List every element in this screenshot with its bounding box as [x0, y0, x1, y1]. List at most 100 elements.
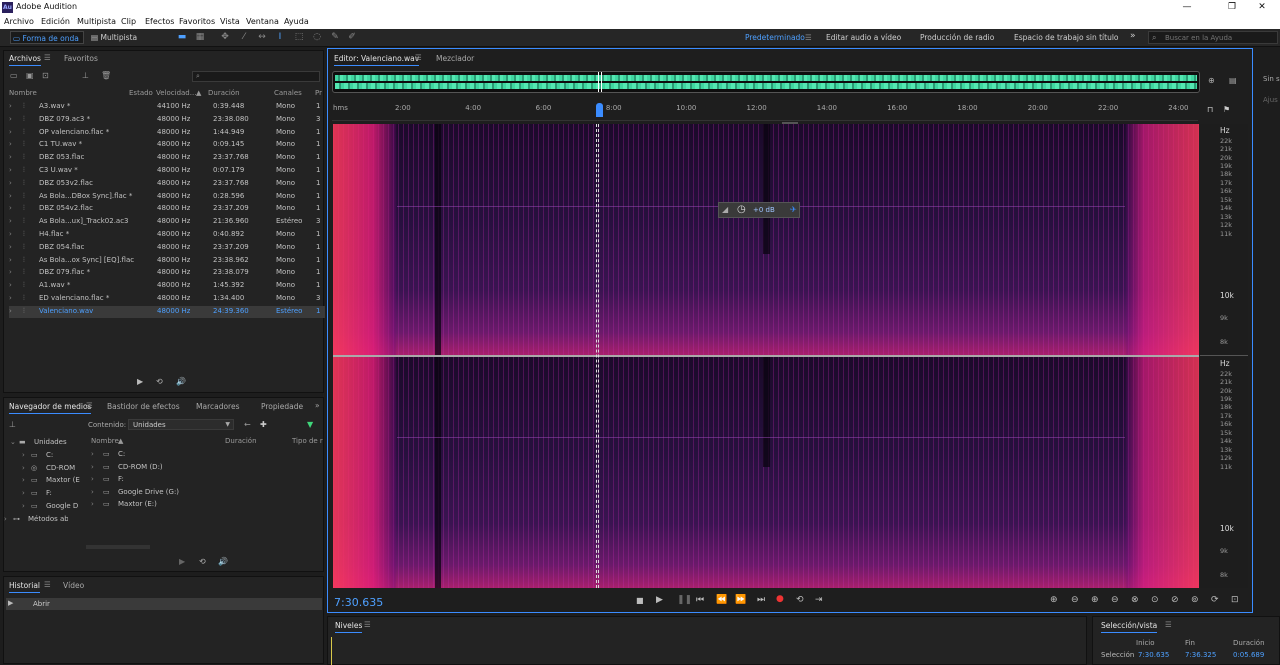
tab-mezclador[interactable]: Mezclador	[436, 54, 474, 63]
media-tree-item[interactable]: › ▭ Maxtor (E	[22, 475, 102, 487]
expand-arrow-icon[interactable]: ›	[9, 281, 12, 289]
play-button[interactable]: ▶	[656, 595, 663, 605]
item-arrow-icon[interactable]: ›	[91, 463, 94, 471]
expand-arrow-icon[interactable]: ›	[9, 268, 12, 276]
tab-niveles[interactable]: Niveles	[335, 621, 363, 633]
item-arrow-icon[interactable]: ›	[91, 475, 94, 483]
tree-arrow-icon[interactable]: ›	[22, 451, 25, 459]
tab-seleccion-vista[interactable]: Selección/vista	[1101, 621, 1158, 633]
sel-start[interactable]: 7:30.635	[1138, 651, 1169, 659]
time-ruler[interactable]: hms 2:00 4:00 6:00 8:00 10:00 12:00 14:00 16:00 1…	[332, 101, 1198, 121]
editor-menu-icon[interactable]: ☰	[415, 53, 422, 62]
overview-viewport[interactable]	[598, 72, 602, 92]
expand-arrow-icon[interactable]: ›	[9, 115, 12, 123]
workspace-predeterminado[interactable]: Predeterminado	[745, 33, 805, 42]
zoom-out-time-icon[interactable]: ⊖	[1111, 595, 1119, 605]
expand-arrow-icon[interactable]: ›	[9, 192, 12, 200]
menu-favoritos[interactable]: Favoritos	[179, 17, 215, 26]
tab-archivos[interactable]: Archivos	[9, 54, 41, 66]
selection-menu-icon[interactable]: ☰	[1165, 620, 1172, 629]
spectral-display[interactable]: ◢ ◷ +0 dB ✈	[333, 124, 1199, 588]
menu-multipista[interactable]: Multipista	[77, 17, 116, 26]
media-panel-menu-icon[interactable]: ☰	[86, 401, 93, 410]
marquee-tool-icon[interactable]: ⬚	[293, 32, 305, 43]
col-canales[interactable]: Canales	[274, 89, 302, 97]
col-nombre[interactable]: Nombre	[9, 89, 37, 97]
delete-icon[interactable]: 🗑	[101, 71, 111, 81]
item-arrow-icon[interactable]: ›	[91, 450, 94, 458]
media-scrollbar[interactable]	[86, 545, 150, 549]
spectral-toggle-icon[interactable]: ▦	[194, 32, 206, 43]
overview-toggle-icon[interactable]: ▤	[1229, 76, 1237, 86]
tab-favoritos[interactable]: Favoritos	[64, 54, 98, 63]
import-file-icon[interactable]: ▣	[26, 71, 34, 81]
menu-archivo[interactable]: Archivo	[4, 17, 34, 26]
spot-healing-tool-icon[interactable]: ✐	[346, 32, 358, 43]
file-row[interactable]: › ⫶ C3 U.wav * 48000 Hz 0:07.179 Mono 1	[9, 165, 325, 177]
skip-selection-button[interactable]: ⇥	[815, 595, 823, 605]
zoom-reset-icon[interactable]: ⟳	[1211, 595, 1219, 605]
workspace-menu-icon[interactable]: ☰	[805, 33, 812, 42]
stop-button[interactable]: ■	[636, 596, 644, 605]
channel-left[interactable]	[333, 124, 1199, 355]
new-file-icon[interactable]: ⊡	[42, 71, 49, 81]
lasso-tool-icon[interactable]: ◌	[311, 32, 323, 43]
go-to-start-button[interactable]: ⏮	[696, 595, 704, 605]
media-col-duracion[interactable]: Duración	[225, 437, 257, 445]
add-shortcut-icon[interactable]: ✚	[260, 420, 267, 430]
zoom-selected-icon[interactable]: ⊡	[1231, 595, 1239, 605]
media-list-item[interactable]: › ▭ C:	[91, 449, 321, 461]
media-autoplay-icon[interactable]: 🔊	[218, 557, 228, 567]
file-row[interactable]: › ⫶ H4.flac * 48000 Hz 0:40.892 Mono 1	[9, 229, 325, 241]
media-tree-item[interactable]: › ▭ Google D	[22, 501, 102, 513]
media-list-item[interactable]: › ▭ Maxtor (E:)	[91, 499, 321, 511]
current-time[interactable]: 7:30.635	[334, 596, 383, 609]
hud-volume[interactable]: ◢ ◷ +0 dB ✈	[718, 202, 800, 218]
file-row[interactable]: › ⫶ C1 TU.wav * 48000 Hz 0:09.145 Mono 1	[9, 139, 325, 151]
menu-efectos[interactable]: Efectos	[145, 17, 174, 26]
workspace-editar-audio[interactable]: Editar audio a vídeo	[826, 33, 901, 42]
item-arrow-icon[interactable]: ›	[91, 488, 94, 496]
tab-propiedades[interactable]: Propiedade	[261, 402, 303, 411]
file-row[interactable]: › ⫶ DBZ 079.ac3 * 48000 Hz 23:38.080 Mono 3	[9, 114, 325, 126]
zoom-in-time-icon[interactable]: ⊕	[1091, 595, 1099, 605]
panel-menu-icon[interactable]: ☰	[44, 53, 51, 62]
sel-end[interactable]: 7:36.325	[1185, 651, 1216, 659]
expand-arrow-icon[interactable]: ›	[9, 307, 12, 315]
file-row[interactable]: › ⫶ DBZ 053.flac 48000 Hz 23:37.768 Mono 1	[9, 152, 325, 164]
sel-duration[interactable]: 0:05.689	[1233, 651, 1264, 659]
expand-arrow-icon[interactable]: ›	[9, 256, 12, 264]
expand-arrow-icon[interactable]: ›	[9, 140, 12, 148]
more-workspaces-icon[interactable]: »	[1130, 31, 1136, 41]
volume-knob-icon[interactable]: ◷	[737, 204, 746, 215]
item-arrow-icon[interactable]: ›	[91, 500, 94, 508]
snap-icon[interactable]: ⊓	[1207, 105, 1213, 115]
menu-ventana[interactable]: Ventana	[246, 17, 279, 26]
expand-arrow-icon[interactable]: ›	[9, 153, 12, 161]
expand-arrow-icon[interactable]: ›	[9, 128, 12, 136]
zoom-to-left-icon[interactable]: ⊘	[1171, 595, 1179, 605]
overview-waveform[interactable]	[332, 71, 1200, 93]
open-file-icon[interactable]: ▭	[10, 71, 18, 81]
filter-icon[interactable]: ▼	[307, 420, 313, 430]
media-tree-item[interactable]: ⌄ ▬ Unidades	[10, 437, 90, 449]
tab-marcadores[interactable]: Marcadores	[196, 402, 240, 411]
zoom-out-full-icon[interactable]: ⊗	[1131, 595, 1139, 605]
menu-edicion[interactable]: Edición	[41, 17, 70, 26]
play-preview-icon[interactable]: ▶	[137, 377, 143, 387]
fast-forward-button[interactable]: ⏩	[735, 595, 746, 605]
zoom-navigator-icon[interactable]: ⊕	[1208, 76, 1215, 86]
media-col-nombre[interactable]: Nombre	[91, 437, 119, 445]
tab-historial[interactable]: Historial	[9, 581, 41, 593]
expand-arrow-icon[interactable]: ›	[9, 179, 12, 187]
go-to-location-icon[interactable]: ⊥	[9, 420, 16, 430]
multitrack-view-button[interactable]: ▤ Multipista	[89, 31, 145, 44]
tab-video[interactable]: Vídeo	[63, 581, 84, 590]
menu-vista[interactable]: Vista	[220, 17, 240, 26]
rewind-button[interactable]: ⏪	[716, 595, 727, 605]
media-list-item[interactable]: › ▭ Google Drive (G:)	[91, 487, 321, 499]
col-pr[interactable]: Pr	[315, 89, 322, 97]
menu-clip[interactable]: Clip	[121, 17, 136, 26]
files-filter-input[interactable]: ⌕	[192, 71, 320, 82]
media-tree-item[interactable]: › ▭ C:	[22, 450, 102, 462]
